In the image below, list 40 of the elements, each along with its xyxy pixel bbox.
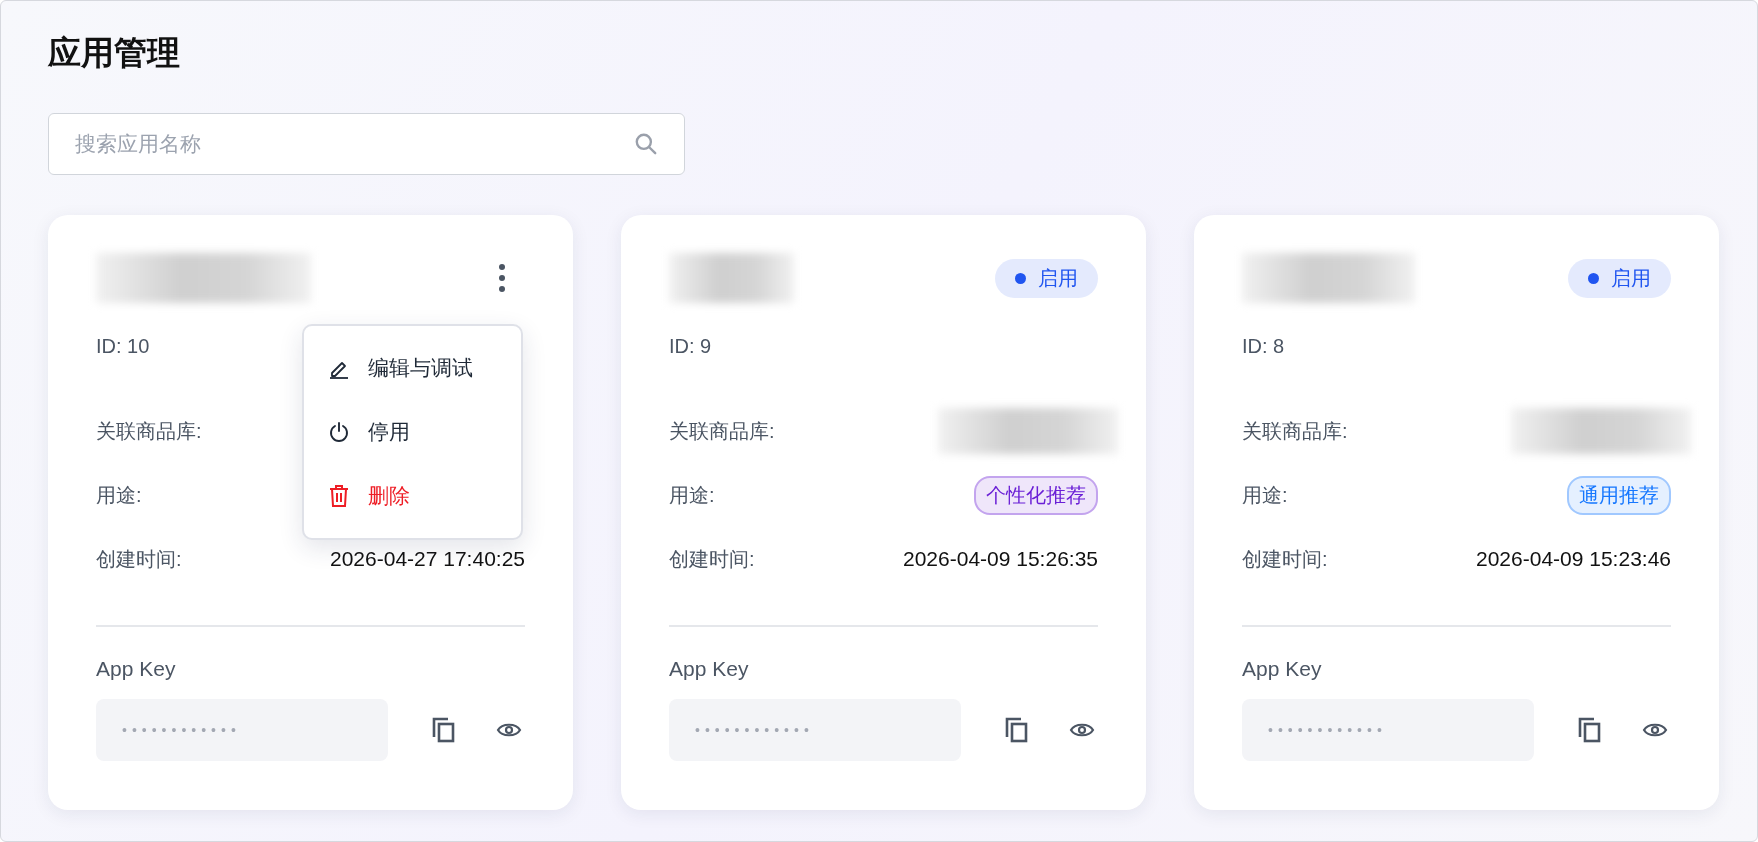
purpose-tag: 个性化推荐 <box>974 475 1098 515</box>
created-time: 2026-04-27 17:40:25 <box>330 547 525 571</box>
eye-icon[interactable] <box>1069 721 1095 739</box>
field-label: 用途: <box>96 482 142 508</box>
app-id: ID: 8 <box>1242 335 1286 359</box>
field-label: 关联商品库: <box>669 418 775 444</box>
key-label: App Key <box>669 657 750 681</box>
field-label: 创建时间: <box>1242 546 1328 572</box>
app-id: ID: 9 <box>669 335 713 359</box>
key-field: •••••••••••• <box>96 699 388 761</box>
search-field[interactable]: 搜索应用名称 <box>48 113 685 175</box>
field-label: 用途: <box>669 482 715 508</box>
field-label: 创建时间: <box>96 546 182 572</box>
status-text: 启用 <box>1038 265 1078 291</box>
field-label: 创建时间: <box>669 546 755 572</box>
copy-icon[interactable] <box>432 717 456 743</box>
search-icon[interactable] <box>633 131 659 157</box>
page-title: 应用管理 <box>48 33 180 73</box>
trash-icon <box>328 484 350 508</box>
key-label: App Key <box>1242 657 1323 681</box>
created-time: 2026-04-09 15:26:35 <box>903 547 1098 571</box>
created-time: 2026-04-09 15:23:46 <box>1476 547 1671 571</box>
copy-icon[interactable] <box>1005 717 1029 743</box>
eye-icon[interactable] <box>496 721 522 739</box>
field-label: 用途: <box>1242 482 1288 508</box>
key-label: App Key <box>96 657 177 681</box>
status-text: 启用 <box>1611 265 1651 291</box>
menu-item[interactable]: 删除 <box>304 464 521 528</box>
more-icon[interactable] <box>497 262 507 294</box>
eye-icon[interactable] <box>1642 721 1668 739</box>
power-icon <box>328 421 350 443</box>
menu-item[interactable]: 编辑与调试 <box>304 336 521 400</box>
field-label: 关联商品库: <box>96 418 202 444</box>
copy-icon[interactable] <box>1578 717 1602 743</box>
app-id: ID: 10 <box>96 335 151 359</box>
purpose-tag: 通用推荐 <box>1567 475 1671 515</box>
menu-item[interactable]: 停用 <box>304 400 521 464</box>
field-label: 关联商品库: <box>1242 418 1348 444</box>
key-field: •••••••••••• <box>1242 699 1534 761</box>
key-field: •••••••••••• <box>669 699 961 761</box>
